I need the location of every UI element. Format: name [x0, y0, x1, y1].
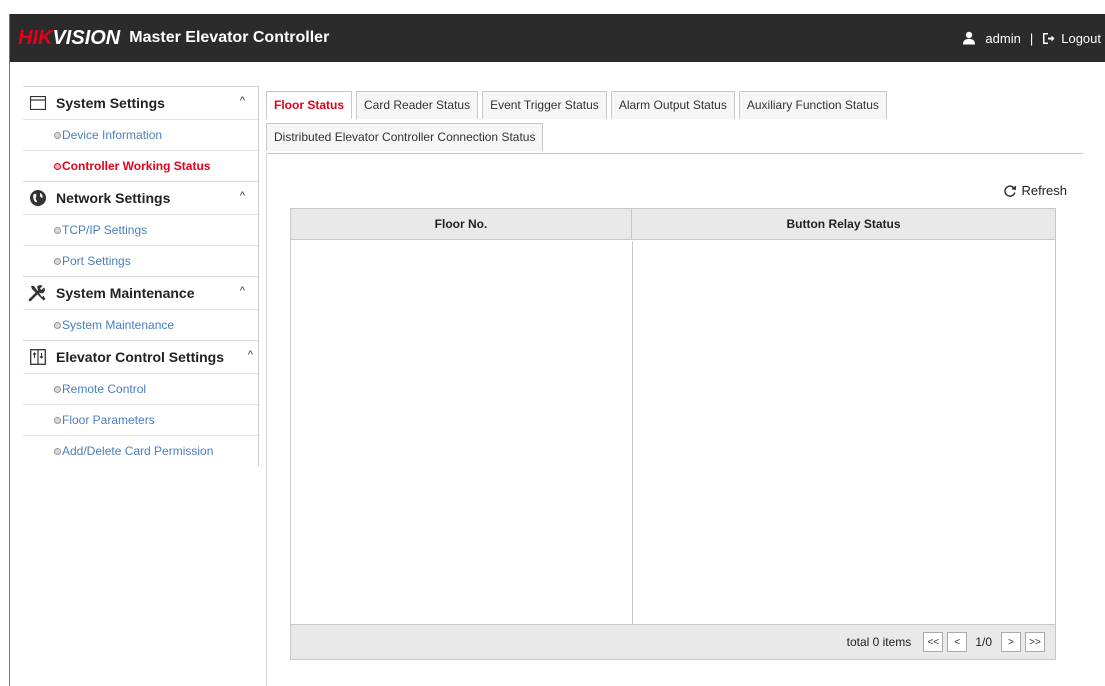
sidebar-item-label: Remote Control	[62, 382, 147, 396]
sidebar-group-network-settings: Network Settings ^ TCP/IP Settings Port …	[23, 181, 258, 276]
last-page-button[interactable]: >>	[1025, 632, 1045, 652]
bullet-icon	[54, 163, 61, 170]
tabs-divider	[266, 153, 1083, 154]
tab-card-reader-status[interactable]: Card Reader Status	[356, 91, 479, 119]
logout-icon[interactable]	[1042, 32, 1055, 45]
sidebar-item-controller-working-status[interactable]: Controller Working Status	[23, 150, 258, 181]
sidebar-group-title: System Settings	[56, 95, 165, 111]
frame-border	[9, 14, 10, 686]
sidebar-item-label: Floor Parameters	[62, 413, 155, 427]
sidebar-group-system-maintenance: System Maintenance ^ System Maintenance	[23, 276, 258, 340]
table-body	[291, 241, 1055, 625]
bullet-icon	[54, 258, 61, 265]
content-border	[266, 153, 267, 686]
window-icon	[28, 93, 48, 113]
sidebar-group-header-elevator-control-settings[interactable]: Elevator Control Settings ^	[23, 341, 258, 373]
user-icon	[963, 31, 976, 45]
floor-status-table: Floor No. Button Relay Status total 0 it…	[290, 208, 1056, 660]
username[interactable]: admin	[985, 31, 1020, 46]
sidebar-group-header-network-settings[interactable]: Network Settings ^	[23, 182, 258, 214]
globe-icon	[28, 188, 48, 208]
sidebar-group-title: Network Settings	[56, 190, 171, 206]
sidebar-item-label: Port Settings	[62, 254, 131, 268]
column-header-button-relay-status: Button Relay Status	[786, 217, 901, 231]
table-header: Floor No. Button Relay Status	[291, 209, 1055, 240]
sidebar-item-label: TCP/IP Settings	[62, 223, 148, 237]
bullet-icon	[54, 322, 61, 329]
sidebar-item-tcpip-settings[interactable]: TCP/IP Settings	[23, 214, 258, 245]
tab-event-trigger-status[interactable]: Event Trigger Status	[482, 91, 607, 119]
next-page-button[interactable]: >	[1001, 632, 1021, 652]
caret-up-icon[interactable]: ^	[240, 285, 245, 297]
page-indicator: 1/0	[975, 635, 992, 649]
hikvision-logo: HIKVISION	[18, 27, 120, 50]
sidebar-item-label: Device Information	[62, 128, 163, 142]
caret-up-icon[interactable]: ^	[248, 349, 253, 361]
header-separator: |	[1029, 30, 1034, 46]
first-page-button[interactable]: <<	[923, 632, 944, 652]
column-header-floor-no: Floor No.	[291, 209, 632, 239]
top-header: HIKVISION Master Elevator Controller adm…	[10, 14, 1105, 62]
tab-floor-status[interactable]: Floor Status	[266, 91, 353, 119]
sidebar: System Settings ^ Device Information Con…	[23, 86, 259, 466]
sidebar-item-port-settings[interactable]: Port Settings	[23, 245, 258, 276]
sidebar-group-title: System Maintenance	[56, 285, 195, 301]
logo-red-part: HIK	[18, 26, 53, 49]
caret-up-icon[interactable]: ^	[240, 190, 245, 202]
bullet-icon	[54, 132, 61, 139]
sidebar-item-remote-control[interactable]: Remote Control	[23, 373, 258, 404]
sidebar-item-add-delete-card-permission[interactable]: Add/Delete Card Permission	[23, 435, 258, 466]
app-title: Master Elevator Controller	[129, 29, 330, 46]
sidebar-item-system-maintenance[interactable]: System Maintenance	[23, 309, 258, 340]
tab-bar-row-2: Distributed Elevator Controller Connecti…	[266, 123, 547, 151]
logo-white-part: VISION	[52, 26, 121, 49]
bullet-icon	[54, 227, 61, 234]
frame-left-margin	[0, 0, 9, 686]
tab-bar-row-1: Floor Status Card Reader Status Event Tr…	[266, 91, 891, 119]
sidebar-item-label: System Maintenance	[62, 318, 175, 332]
refresh-label: Refresh	[1021, 183, 1067, 198]
sidebar-group-header-system-maintenance[interactable]: System Maintenance ^	[23, 277, 258, 309]
refresh-icon	[1004, 184, 1017, 197]
total-items-count: total 0 items	[846, 635, 912, 649]
sidebar-item-device-information[interactable]: Device Information	[23, 119, 258, 150]
sidebar-group-header-system-settings[interactable]: System Settings ^	[23, 87, 258, 119]
pagination-bar: total 0 items << < 1/0 > >>	[291, 624, 1055, 659]
elevator-icon	[28, 347, 48, 367]
sidebar-group-elevator-control-settings: Elevator Control Settings ^ Remote Contr…	[23, 340, 258, 466]
refresh-button[interactable]: Refresh	[1003, 183, 1067, 198]
tools-icon	[28, 283, 48, 303]
sidebar-group-title: Elevator Control Settings	[56, 349, 225, 365]
header-user-area: admin | Logout	[962, 14, 1101, 62]
bullet-icon	[54, 448, 61, 455]
prev-page-button[interactable]: <	[947, 632, 968, 652]
bullet-icon	[54, 417, 61, 424]
sidebar-group-system-settings: System Settings ^ Device Information Con…	[23, 86, 258, 181]
caret-up-icon[interactable]: ^	[240, 95, 245, 107]
tab-alarm-output-status[interactable]: Alarm Output Status	[610, 91, 735, 119]
sidebar-item-label: Controller Working Status	[62, 159, 211, 173]
sidebar-item-label: Add/Delete Card Permission	[62, 444, 214, 458]
sidebar-item-floor-parameters[interactable]: Floor Parameters	[23, 404, 258, 435]
column-divider	[632, 241, 633, 625]
tab-auxiliary-function-status[interactable]: Auxiliary Function Status	[738, 91, 887, 119]
logout-link[interactable]: Logout	[1061, 31, 1101, 46]
bullet-icon	[54, 386, 61, 393]
tab-distributed-connection-status[interactable]: Distributed Elevator Controller Connecti…	[266, 123, 544, 151]
